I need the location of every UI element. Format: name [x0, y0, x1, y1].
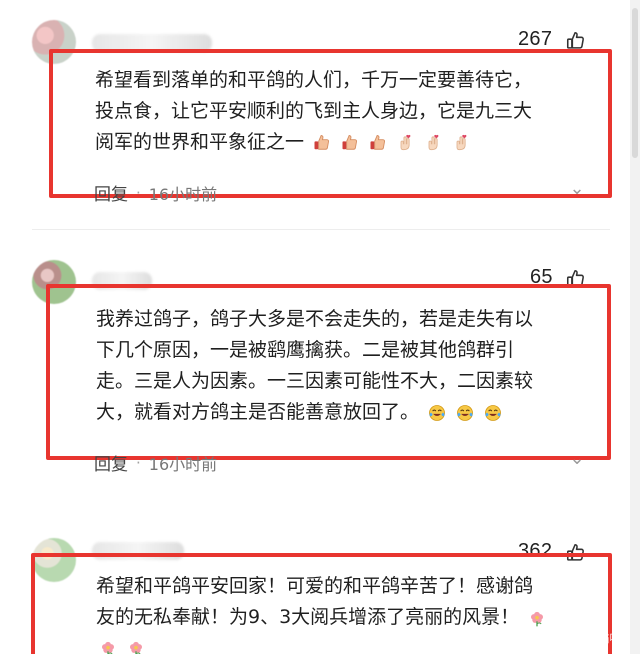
separator-dot: ·	[136, 183, 141, 202]
comment-text: 我养过鸽子，鸽子大多是不会走失的，若是走失有以 下几个原因，一是被鹞鹰擒获。二是…	[96, 304, 591, 428]
reply-button[interactable]: 回复	[94, 450, 128, 475]
comment-line-with-emojis: 大，就看对方鸽主是否能善意放回了。	[96, 397, 591, 428]
comment-line: 我养过鸽子，鸽子大多是不会走失的，若是走失有以	[96, 308, 534, 330]
comment-line: 大，就看对方鸽主是否能善意放回了。	[96, 401, 420, 423]
dislike-chevron-icon[interactable]: ⌄	[568, 450, 586, 468]
comment-line-emojis-only	[96, 632, 596, 654]
reply-button[interactable]: 回复	[94, 180, 128, 205]
flower-emoji-icon	[527, 608, 547, 628]
comment-line: 走。三是人为因素。一三因素可能性不大，二因素较	[96, 370, 534, 392]
flower-emoji-icon	[98, 638, 118, 654]
vertical-scrollbar[interactable]	[630, 0, 640, 654]
comment-line: 投点食，让它平安顺利的飞到主人身边，它是九三大	[95, 100, 533, 122]
scrollbar-thumb[interactable]	[632, 8, 638, 158]
comment-line: 阅军的世界和平象征之一	[95, 131, 305, 153]
comment-feed-screen: 267 希望看到落单的和平鸽的人们，千万一定要善待它， 投点食，让它平安顺利的飞…	[0, 0, 640, 654]
comment-card: 267 希望看到落单的和平鸽的人们，千万一定要善待它， 投点食，让它平安顺利的飞…	[0, 0, 630, 230]
comment-card: 65 我养过鸽子，鸽子大多是不会走失的，若是走失有以 下几个原因，一是被鹞鹰擒获…	[0, 248, 630, 508]
comment-time: 16小时前	[148, 184, 218, 204]
comment-line: 希望看到落单的和平鸽的人们，千万一定要善待它，	[95, 69, 533, 91]
comment-text: 希望看到落单的和平鸽的人们，千万一定要善待它， 投点食，让它平安顺利的飞到主人身…	[95, 65, 590, 158]
heart-hand-emoji-icon	[452, 133, 472, 153]
thumbs-up-emoji-icon	[368, 133, 388, 153]
thumbs-up-emoji-icon	[312, 133, 332, 153]
comment-divider	[32, 229, 610, 230]
comment-text: 希望和平鸽平安回家！可爱的和平鸽辛苦了！感谢鸽 友的无私奉献！为9、3大阅兵增添…	[96, 571, 596, 654]
reply-meta-row: 回复 · 16小时前	[94, 180, 218, 206]
thumbs-up-emoji-icon	[340, 133, 360, 153]
heart-hand-emoji-icon	[396, 133, 416, 153]
comment-line: 下几个原因，一是被鹞鹰擒获。二是被其他鸽群引	[96, 339, 515, 361]
separator-dot: ·	[136, 453, 141, 472]
watermark: 猫咪...	[598, 632, 632, 645]
comment-time: 16小时前	[148, 454, 218, 474]
laughing-crying-emoji-icon	[483, 403, 503, 423]
comment-line-with-emojis: 友的无私奉献！为9、3大阅兵增添了亮丽的风景！	[96, 602, 596, 633]
reply-meta-row: 回复 · 16小时前	[94, 450, 218, 476]
laughing-crying-emoji-icon	[427, 403, 447, 423]
like-count: 267	[518, 28, 553, 50]
comment-card: 362 希望和平鸽平安回家！可爱的和平鸽辛苦了！感谢鸽 友的无私奉献！为9、3大…	[0, 520, 630, 654]
comment-line: 希望和平鸽平安回家！可爱的和平鸽辛苦了！感谢鸽	[96, 575, 534, 597]
comment-line-with-emojis: 阅军的世界和平象征之一	[95, 127, 590, 158]
heart-hand-emoji-icon	[424, 133, 444, 153]
flower-emoji-icon	[126, 638, 146, 654]
laughing-crying-emoji-icon	[455, 403, 475, 423]
comment-line: 友的无私奉献！为9、3大阅兵增添了亮丽的风景！	[96, 606, 520, 628]
dislike-chevron-icon[interactable]: ⌄	[568, 180, 586, 198]
